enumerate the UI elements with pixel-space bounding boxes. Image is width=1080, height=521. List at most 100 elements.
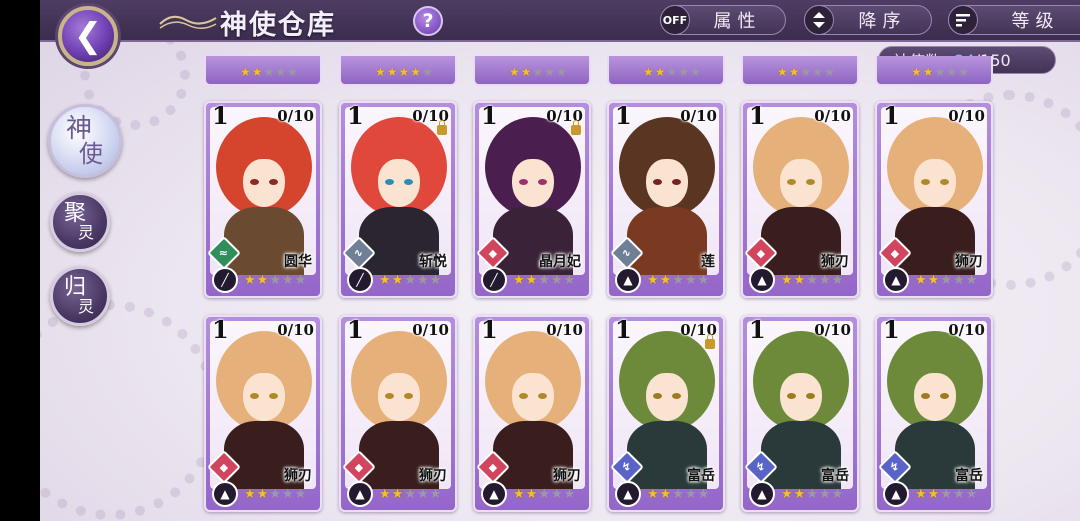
attribute-filter-button[interactable]: OFF 属性 (660, 5, 786, 35)
list-icon (948, 5, 978, 35)
star-icon: ★ (244, 273, 257, 288)
left-letterbox (0, 0, 40, 521)
fragment-count: 0/10 (546, 321, 583, 339)
eye-shape (940, 179, 949, 185)
character-card[interactable]: 1 0/10 ∿ 斩悦 ╱ ★★★★★ (339, 101, 457, 298)
partial-character-card[interactable]: ★★★★★ (741, 56, 859, 86)
character-card[interactable]: 1 0/10 ◆ 狮刃 ▲ ★★★★★ (741, 101, 859, 298)
star-icon: ★ (550, 273, 564, 288)
card-footer: ▲ ★★★★★ (479, 481, 585, 507)
character-level: 1 (481, 101, 498, 130)
partial-character-card[interactable]: ★★★★★ (204, 56, 322, 86)
eye-shape (806, 179, 815, 185)
lock-icon (705, 334, 715, 349)
side-nav-button[interactable]: 归灵 (50, 266, 110, 326)
character-card[interactable]: 1 0/10 ↯ 富岳 ▲ ★★★★★ (741, 315, 859, 512)
character-card[interactable]: 1 0/10 ≈ 圆华 ╱ ★★★★★ (204, 101, 322, 298)
star-rating: ★★★★★ (915, 273, 978, 288)
sort-order-button[interactable]: 降序 (804, 5, 932, 35)
star-icon: ★ (563, 273, 577, 288)
side-nav-button[interactable]: 神使 (48, 104, 122, 178)
character-card[interactable]: 1 0/10 ◆ 狮刃 ▲ ★★★★★ (473, 315, 591, 512)
character-card[interactable]: 1 0/10 ◆ 狮刃 ▲ ★★★★★ (204, 315, 322, 512)
off-toggle-icon: OFF (660, 5, 690, 35)
side-nav-label: 使 (79, 140, 103, 168)
eye-shape (250, 393, 259, 399)
star-icon: ★ (643, 65, 655, 79)
character-card[interactable]: 1 0/10 ↯ 富岳 ▲ ★★★★★ (875, 315, 993, 512)
partial-character-card[interactable]: ★★★★★ (473, 56, 591, 86)
star-icon: ★ (678, 65, 691, 79)
star-icon: ★ (294, 273, 308, 288)
star-icon: ★ (509, 65, 521, 79)
star-icon: ★ (659, 273, 673, 288)
star-icon: ★ (940, 487, 953, 502)
star-icon: ★ (793, 273, 807, 288)
face-shape (243, 159, 285, 207)
star-icon: ★ (672, 273, 685, 288)
eye-shape (787, 393, 796, 399)
face-shape (914, 373, 956, 421)
character-name: 富岳 (687, 468, 715, 484)
character-name: 富岳 (955, 468, 983, 484)
side-nav-label: 神 (65, 114, 92, 144)
beast-icon: ▲ (883, 481, 909, 507)
card-footer: ▲ ★★★★★ (613, 267, 719, 293)
star-icon: ★ (422, 65, 434, 79)
character-card[interactable]: 1 0/10 ∿ 莲 ▲ ★★★★★ (607, 101, 725, 298)
star-icon: ★ (659, 487, 673, 502)
character-level: 1 (749, 315, 766, 344)
partial-character-card[interactable]: ★★★★★ (339, 56, 457, 86)
sort-by-level-button[interactable]: 等级 (948, 5, 1080, 35)
eye-shape (653, 179, 662, 185)
character-card[interactable]: 1 0/10 ◆ 狮刃 ▲ ★★★★★ (875, 101, 993, 298)
help-button[interactable]: ? (413, 6, 443, 36)
face-shape (512, 373, 554, 421)
star-icon: ★ (958, 65, 970, 79)
character-card[interactable]: 1 0/10 ◆ 狮刃 ▲ ★★★★★ (339, 315, 457, 512)
partial-character-card[interactable]: ★★★★★ (607, 56, 725, 86)
star-rating: ★★★★★ (911, 65, 970, 79)
partial-character-card[interactable]: ★★★★★ (875, 56, 993, 86)
character-card[interactable]: 1 0/10 ↯ 富岳 ▲ ★★★★★ (607, 315, 725, 512)
star-icon: ★ (911, 65, 923, 79)
card-footer: ▲ ★★★★★ (881, 267, 987, 293)
character-name: 狮刃 (284, 468, 312, 484)
star-icon: ★ (812, 65, 825, 79)
back-button[interactable]: ❮ (58, 6, 118, 66)
star-icon: ★ (824, 65, 836, 79)
star-icon: ★ (831, 487, 845, 502)
side-nav-button[interactable]: 聚灵 (50, 192, 110, 252)
card-footer: ▲ ★★★★★ (881, 481, 987, 507)
face-shape (780, 159, 822, 207)
eye-shape (672, 393, 681, 399)
star-icon: ★ (965, 487, 979, 502)
star-icon: ★ (672, 487, 685, 502)
star-icon: ★ (375, 65, 387, 79)
star-rating: ★★★★★ (240, 65, 299, 79)
star-rating: ★★★★★ (509, 65, 568, 79)
character-level: 1 (615, 315, 632, 344)
attribute-label: 属性 (713, 11, 762, 32)
character-level: 1 (883, 315, 900, 344)
star-icon: ★ (251, 65, 264, 79)
beast-icon: ▲ (749, 267, 775, 293)
fragment-count: 0/10 (814, 107, 851, 125)
beast-icon: ▲ (615, 481, 641, 507)
card-footer: ▲ ★★★★★ (747, 481, 853, 507)
star-icon: ★ (952, 487, 966, 502)
star-icon: ★ (386, 65, 399, 79)
fragment-count: 0/10 (814, 321, 851, 339)
fragment-count: 0/10 (277, 321, 314, 339)
star-icon: ★ (946, 65, 959, 79)
star-icon: ★ (538, 487, 551, 502)
star-icon: ★ (684, 487, 698, 502)
star-rating: ★★★★★ (379, 487, 442, 502)
card-footer: ╱ ★★★★★ (345, 267, 451, 293)
star-icon: ★ (818, 273, 832, 288)
star-icon: ★ (927, 273, 941, 288)
character-card[interactable]: 1 0/10 ◆ 晶月妃 ╱ ★★★★★ (473, 101, 591, 298)
star-icon: ★ (563, 487, 577, 502)
sort-by-label: 等级 (1011, 11, 1060, 32)
eye-shape (269, 179, 278, 185)
